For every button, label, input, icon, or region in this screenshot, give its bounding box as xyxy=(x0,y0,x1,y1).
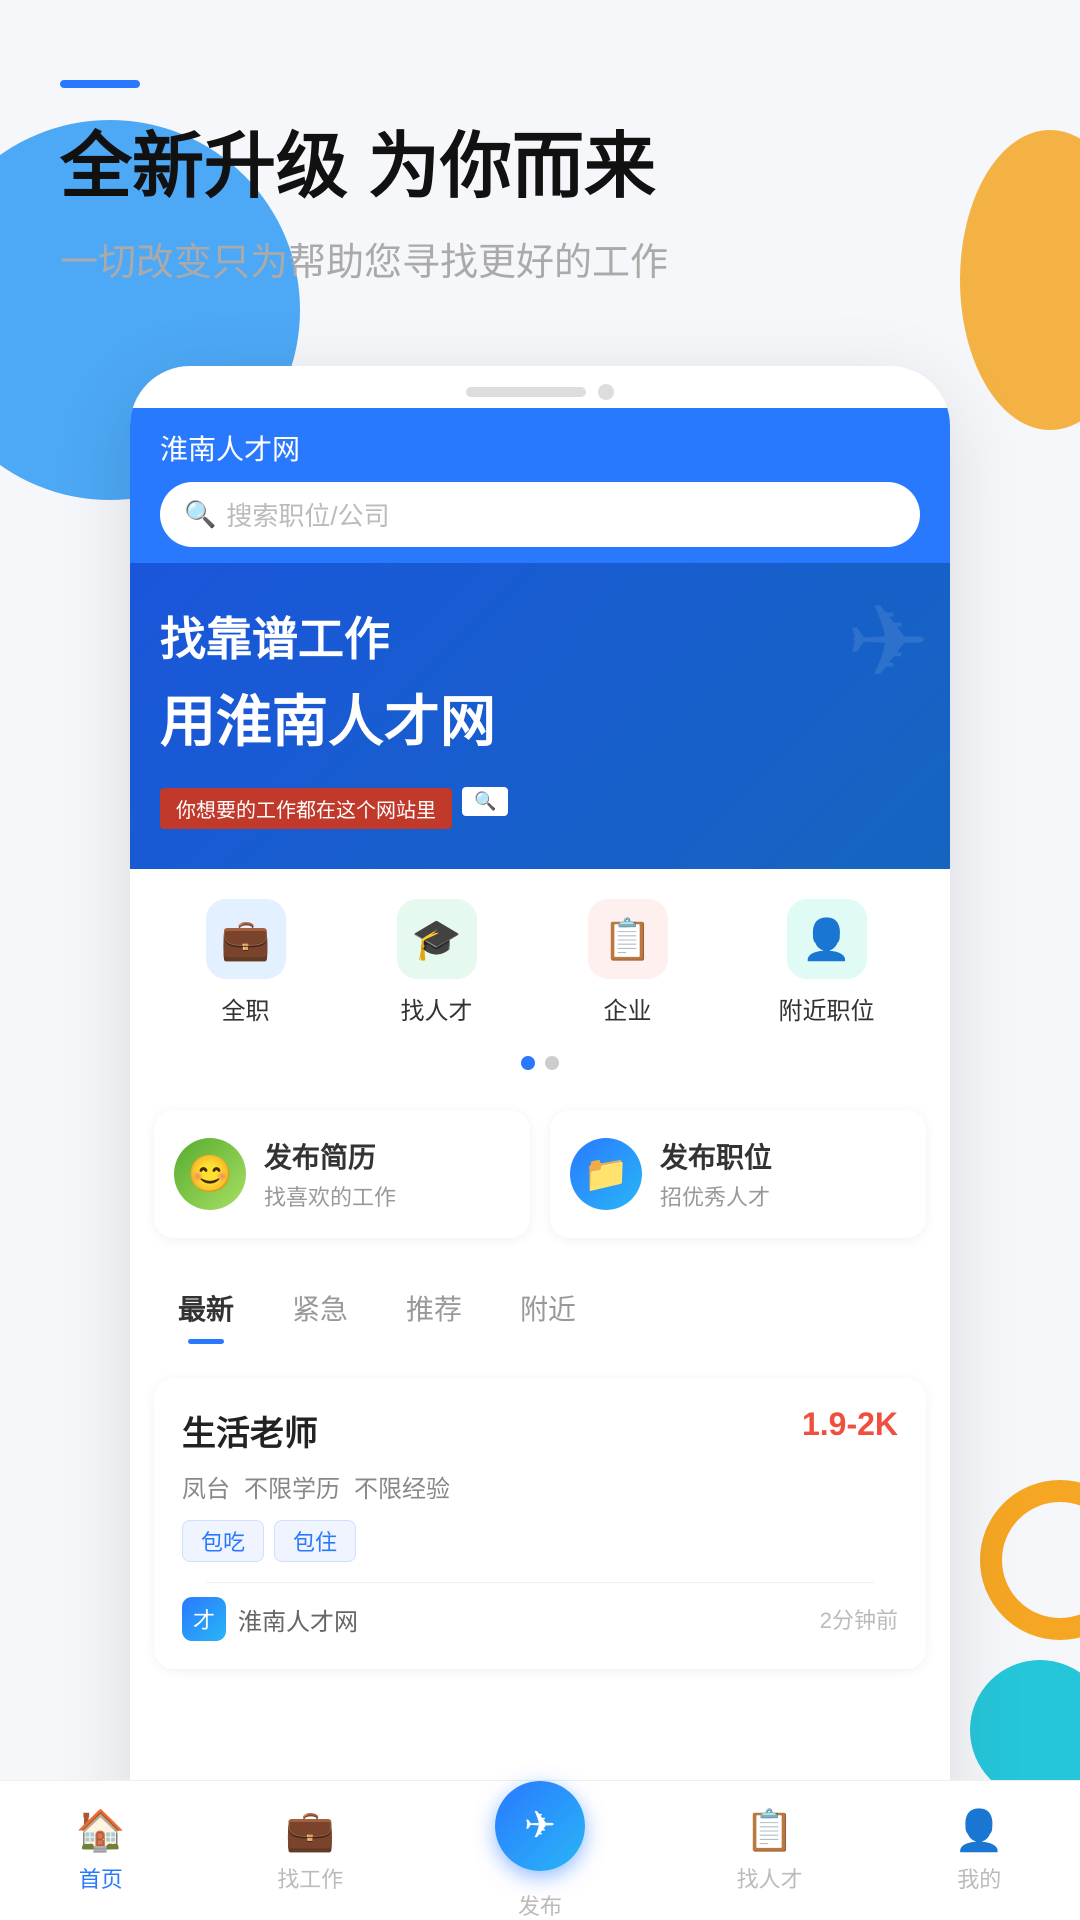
banner-line2: 用淮南人才网 xyxy=(160,677,920,758)
category-nearby[interactable]: 👤 附近职位 xyxy=(779,899,875,1026)
search-placeholder-text: 搜索职位/公司 xyxy=(226,496,389,533)
find-job-icon: 💼 xyxy=(285,1807,335,1854)
subheadline: 一切改变只为帮助您寻找更好的工作 xyxy=(60,231,1020,286)
category-label-nearby: 附近职位 xyxy=(779,991,875,1026)
bg-decoration-teal xyxy=(970,1660,1080,1800)
publish-icon: ✈ xyxy=(524,1803,556,1848)
job-tag-experience: 不限经验 xyxy=(354,1469,450,1504)
action-card-resume[interactable]: 😊 发布简历 找喜欢的工作 xyxy=(154,1110,530,1238)
category-label-fulltime: 全职 xyxy=(222,991,270,1026)
nav-publish[interactable]: ✈ 发布 xyxy=(495,1781,585,1920)
resume-title: 发布简历 xyxy=(264,1136,396,1176)
nav-label-publish: 发布 xyxy=(518,1889,562,1920)
resume-text-block: 发布简历 找喜欢的工作 xyxy=(264,1136,396,1212)
company-logo: 才 xyxy=(182,1597,226,1641)
banner-sub-text: 你想要的工作都在这个网站里 xyxy=(160,788,452,829)
job-title-action: 发布职位 xyxy=(660,1136,772,1176)
job-card[interactable]: 生活老师 1.9-2K 凤台 不限学历 不限经验 包吃 包住 才 淮南人才网 2… xyxy=(154,1378,926,1669)
dot-1 xyxy=(521,1056,535,1070)
categories-section: 💼 全职 🎓 找人才 📋 企业 👤 附近职位 xyxy=(130,869,950,1046)
banner-bg-icon: ✈ xyxy=(846,583,930,700)
action-card-job[interactable]: 📁 发布职位 招优秀人才 xyxy=(550,1110,926,1238)
nav-find-talent[interactable]: 📋 找人才 xyxy=(737,1807,803,1894)
job-footer: 才 淮南人才网 2分钟前 xyxy=(182,1597,898,1641)
banner: 找靠谱工作 用淮南人才网 你想要的工作都在这个网站里 🔍 ✈ xyxy=(130,563,950,869)
nav-label-home: 首页 xyxy=(79,1862,123,1894)
find-talent-icon: 📋 xyxy=(745,1807,795,1854)
job-icon: 📁 xyxy=(570,1138,642,1210)
phone-notch xyxy=(466,387,586,397)
nav-label-mine: 我的 xyxy=(957,1862,1001,1894)
tab-nearby[interactable]: 附近 xyxy=(496,1278,600,1338)
badge-housing: 包住 xyxy=(274,1520,356,1562)
nav-home[interactable]: 🏠 首页 xyxy=(76,1807,126,1894)
app-title: 淮南人才网 xyxy=(160,428,920,468)
category-label-talent: 找人才 xyxy=(401,991,473,1026)
job-tags: 凤台 不限学历 不限经验 xyxy=(182,1469,898,1504)
job-salary: 1.9-2K xyxy=(802,1406,898,1443)
top-dash-decoration xyxy=(60,80,140,88)
nav-label-find-talent: 找人才 xyxy=(737,1862,803,1894)
job-badges: 包吃 包住 xyxy=(182,1520,898,1562)
nav-mine[interactable]: 👤 我的 xyxy=(954,1807,1004,1894)
category-talent[interactable]: 🎓 找人才 xyxy=(397,899,477,1026)
tab-latest[interactable]: 最新 xyxy=(154,1278,258,1338)
category-icon-fulltime: 💼 xyxy=(206,899,286,979)
job-subtitle: 招优秀人才 xyxy=(660,1180,772,1212)
category-icon-company: 📋 xyxy=(588,899,668,979)
company-name: 淮南人才网 xyxy=(238,1602,358,1637)
job-card-top: 生活老师 1.9-2K xyxy=(182,1406,898,1455)
search-bar[interactable]: 🔍 搜索职位/公司 xyxy=(160,482,920,547)
company-info: 才 淮南人才网 xyxy=(182,1597,358,1641)
app-header: 淮南人才网 🔍 搜索职位/公司 xyxy=(130,408,950,563)
phone-notch-bar xyxy=(130,366,950,408)
home-icon: 🏠 xyxy=(76,1807,126,1854)
headline: 全新升级 为你而来 xyxy=(60,128,1020,207)
category-icon-nearby: 👤 xyxy=(787,899,867,979)
phone-camera xyxy=(598,384,614,400)
top-section: 全新升级 为你而来 一切改变只为帮助您寻找更好的工作 xyxy=(0,0,1080,326)
badge-meal: 包吃 xyxy=(182,1520,264,1562)
banner-search-icon: 🔍 xyxy=(474,791,496,812)
publish-fab[interactable]: ✈ xyxy=(495,1781,585,1871)
tab-recommend[interactable]: 推荐 xyxy=(382,1278,486,1338)
tab-urgent[interactable]: 紧急 xyxy=(268,1278,372,1338)
category-label-company: 企业 xyxy=(604,991,652,1026)
resume-icon: 😊 xyxy=(174,1138,246,1210)
job-title: 生活老师 xyxy=(182,1406,318,1455)
phone-mockup: 淮南人才网 🔍 搜索职位/公司 找靠谱工作 用淮南人才网 你想要的工作都在这个网… xyxy=(130,366,950,1849)
mine-icon: 👤 xyxy=(954,1807,1004,1854)
nav-label-find-job: 找工作 xyxy=(277,1862,343,1894)
job-tabs: 最新 紧急 推荐 附近 xyxy=(130,1258,950,1338)
banner-search-mini[interactable]: 🔍 xyxy=(462,787,508,816)
search-icon: 🔍 xyxy=(184,499,216,530)
job-text-block: 发布职位 招优秀人才 xyxy=(660,1136,772,1212)
bottom-nav: 🏠 首页 💼 找工作 ✈ 发布 📋 找人才 👤 我的 xyxy=(0,1780,1080,1920)
job-tag-location: 凤台 xyxy=(182,1469,230,1504)
nav-find-job[interactable]: 💼 找工作 xyxy=(277,1807,343,1894)
resume-subtitle: 找喜欢的工作 xyxy=(264,1180,396,1212)
job-tag-education: 不限学历 xyxy=(244,1469,340,1504)
bg-decoration-orange-ring xyxy=(980,1480,1080,1640)
post-time: 2分钟前 xyxy=(820,1603,898,1635)
banner-line1: 找靠谱工作 xyxy=(160,603,920,669)
action-cards: 😊 发布简历 找喜欢的工作 📁 发布职位 招优秀人才 xyxy=(154,1110,926,1238)
dot-2 xyxy=(545,1056,559,1070)
category-icon-talent: 🎓 xyxy=(397,899,477,979)
category-fulltime[interactable]: 💼 全职 xyxy=(206,899,286,1026)
carousel-dots xyxy=(130,1046,950,1090)
category-company[interactable]: 📋 企业 xyxy=(588,899,668,1026)
